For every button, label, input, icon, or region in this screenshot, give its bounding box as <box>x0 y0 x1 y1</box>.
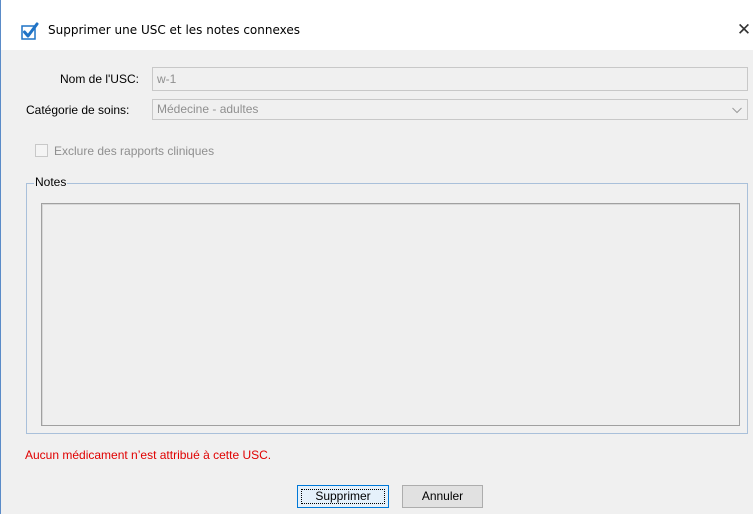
window-title: Supprimer une USC et les notes connexes <box>48 23 301 37</box>
exclude-clinical-reports-label: Exclure des rapports cliniques <box>54 144 215 158</box>
usc-name-label: Nom de l'USC: <box>60 72 139 86</box>
delete-button[interactable]: Supprimer <box>297 485 389 508</box>
care-category-label: Catégorie de soins: <box>26 103 130 117</box>
title-bar: Supprimer une USC et les notes connexes … <box>1 0 753 50</box>
exclude-clinical-reports-checkbox <box>35 144 48 157</box>
care-category-value: Médecine - adultes <box>157 102 259 116</box>
delete-button-label: Supprimer <box>315 489 371 503</box>
dialog-window: Supprimer une USC et les notes connexes … <box>0 0 753 514</box>
chevron-down-icon <box>731 103 743 115</box>
close-icon[interactable]: ✕ <box>734 17 753 43</box>
care-category-select: Médecine - adultes <box>152 99 748 120</box>
notes-textarea <box>41 203 740 426</box>
cancel-button-label: Annuler <box>421 489 464 503</box>
no-medication-warning: Aucun médicament n’est attribué à cette … <box>25 448 272 462</box>
notes-legend: Notes <box>34 175 68 189</box>
usc-name-value: w-1 <box>157 72 177 86</box>
blue-checkmark-icon <box>21 22 39 40</box>
usc-name-field: w-1 <box>152 67 748 91</box>
cancel-button[interactable]: Annuler <box>402 485 483 508</box>
